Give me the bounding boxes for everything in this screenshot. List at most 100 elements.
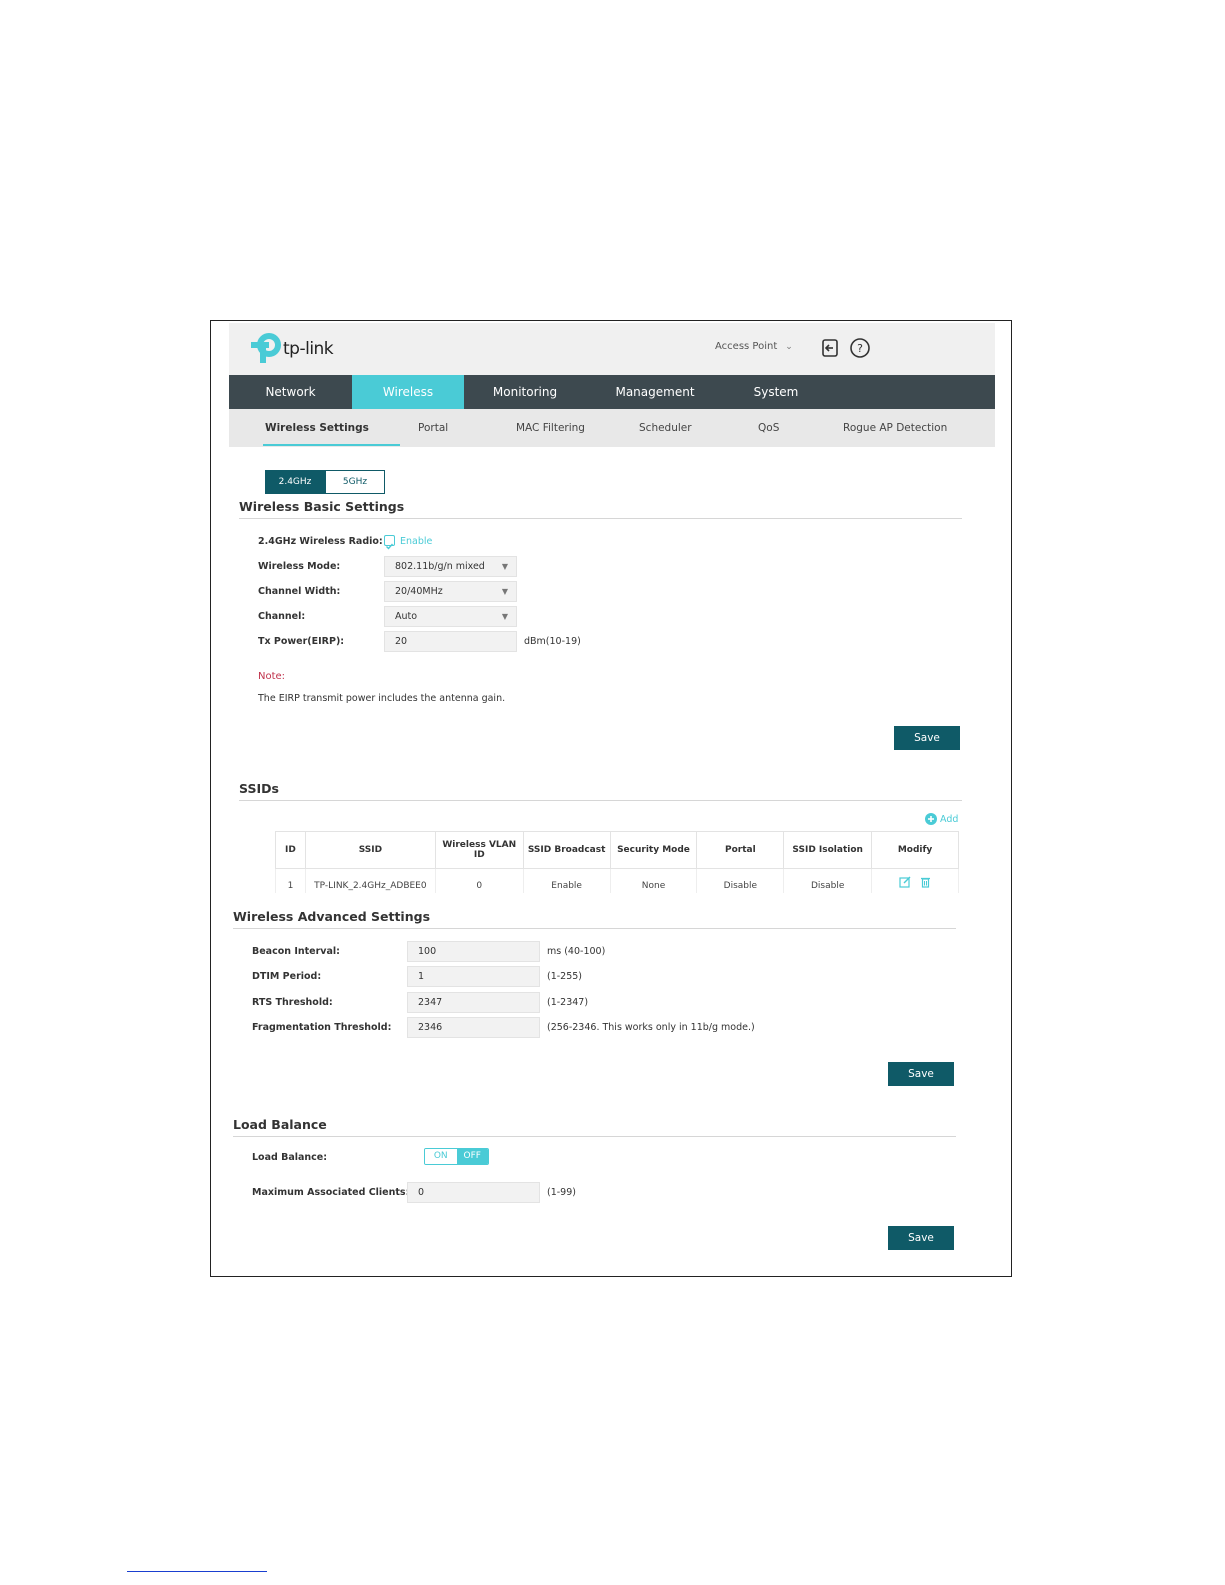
app-window: tp-link Access Point ⌄ ? Network Wireles… (229, 323, 995, 1250)
tab-wireless-settings[interactable]: Wireless Settings (265, 409, 369, 447)
table-header-row: ID SSID Wireless VLAN ID SSID Broadcast … (275, 831, 959, 869)
active-tab-indicator (263, 444, 400, 446)
toggle-on-option[interactable]: ON (425, 1149, 457, 1164)
channel-width-label: Channel Width: (258, 586, 341, 597)
note-title: Note: (258, 671, 286, 682)
cell-portal: Disable (696, 868, 785, 893)
save-advanced-button[interactable]: Save (888, 1062, 954, 1086)
check-icon (386, 543, 394, 550)
tab-qos[interactable]: QoS (758, 409, 779, 447)
wireless-mode-select[interactable]: 802.11b/g/n mixed ▼ (384, 556, 517, 577)
beacon-interval-input[interactable]: 100 (407, 941, 540, 962)
channel-value: Auto (395, 611, 418, 622)
advanced-settings-title: Wireless Advanced Settings (233, 909, 431, 924)
tab-rogue-ap-detection[interactable]: Rogue AP Detection (843, 409, 947, 447)
load-balance-title: Load Balance (233, 1117, 327, 1132)
max-clients-label: Maximum Associated Clients: (252, 1187, 410, 1198)
caret-down-icon: ▼ (501, 562, 508, 571)
column-header: SSID Isolation (783, 831, 873, 869)
column-header: SSID (304, 831, 436, 869)
column-header: Modify (871, 831, 959, 869)
cell-isolation: Disable (783, 868, 873, 893)
column-header: Security Mode (609, 831, 698, 869)
brand-name: tp-link (283, 339, 334, 359)
toggle-off-option[interactable]: OFF (456, 1149, 488, 1164)
caret-down-icon: ▼ (501, 612, 508, 621)
edit-icon[interactable] (899, 876, 911, 888)
divider (233, 1136, 956, 1137)
logout-icon[interactable] (819, 337, 841, 359)
cell-broadcast: Enable (522, 868, 611, 893)
tx-power-label: Tx Power(EIRP): (258, 636, 345, 647)
channel-label: Channel: (258, 611, 306, 622)
basic-settings-title: Wireless Basic Settings (239, 499, 405, 514)
channel-width-select[interactable]: 20/40MHz ▼ (384, 581, 517, 602)
column-header: Wireless VLAN ID (434, 831, 524, 869)
tp-link-logo-icon (251, 333, 281, 363)
nav-management[interactable]: Management (586, 375, 724, 409)
rts-threshold-label: RTS Threshold: (252, 997, 333, 1008)
load-balance-toggle[interactable]: ON OFF (424, 1148, 489, 1165)
load-balance-label: Load Balance: (252, 1152, 328, 1163)
screenshot-frame: tp-link Access Point ⌄ ? Network Wireles… (210, 320, 1012, 1277)
column-header: ID (275, 831, 306, 869)
header: tp-link Access Point ⌄ ? (229, 323, 995, 375)
wireless-mode-value: 802.11b/g/n mixed (395, 561, 485, 572)
nav-monitoring[interactable]: Monitoring (464, 375, 586, 409)
dtim-period-input[interactable]: 1 (407, 966, 540, 987)
sub-nav: Wireless Settings Portal MAC Filtering S… (229, 409, 995, 447)
rts-threshold-hint: (1-2347) (547, 997, 589, 1008)
radio-label: 2.4GHz Wireless Radio: (258, 536, 383, 547)
band-tab-2-4ghz[interactable]: 2.4GHz (265, 470, 325, 494)
save-basic-button[interactable]: Save (894, 726, 960, 750)
band-tabs: 2.4GHz 5GHz (265, 470, 385, 494)
column-header: Portal (696, 831, 785, 869)
ssid-table: ID SSID Wireless VLAN ID SSID Broadcast … (275, 831, 959, 893)
tab-portal[interactable]: Portal (418, 409, 448, 447)
beacon-interval-hint: ms (40-100) (547, 946, 606, 957)
ssids-title: SSIDs (239, 781, 279, 796)
svg-text:?: ? (857, 342, 863, 355)
tab-mac-filtering[interactable]: MAC Filtering (516, 409, 585, 447)
help-icon[interactable]: ? (849, 337, 871, 359)
table-cut-mask (269, 895, 969, 909)
trash-icon[interactable] (920, 876, 931, 888)
column-header: SSID Broadcast (522, 831, 611, 869)
cell-ssid: TP-LINK_2.4GHz_ADBEE0 (304, 868, 436, 893)
footnote-rule (127, 1571, 267, 1572)
save-load-balance-button[interactable]: Save (888, 1226, 954, 1250)
radio-enable-label[interactable]: Enable (400, 536, 432, 547)
main-nav: Network Wireless Monitoring Management S… (229, 375, 995, 409)
fragmentation-threshold-input[interactable]: 2346 (407, 1017, 540, 1038)
max-clients-input[interactable]: 0 (407, 1182, 540, 1203)
fragmentation-threshold-hint: (256-2346. This works only in 11b/g mode… (547, 1022, 755, 1033)
caret-down-icon: ▼ (501, 587, 508, 596)
logo: tp-link (249, 333, 334, 365)
dtim-period-hint: (1-255) (547, 971, 583, 982)
band-tab-5ghz[interactable]: 5GHz (325, 470, 385, 494)
nav-network[interactable]: Network (229, 375, 352, 409)
add-label: Add (940, 813, 959, 825)
divider (239, 518, 962, 519)
channel-width-value: 20/40MHz (395, 586, 443, 597)
divider (239, 800, 962, 801)
mode-select[interactable]: Access Point ⌄ (715, 341, 793, 352)
cell-id: 1 (275, 868, 306, 893)
add-ssid-button[interactable]: Add (925, 813, 958, 825)
cell-modify (871, 868, 959, 893)
nav-system[interactable]: System (724, 375, 828, 409)
table-row: 1 TP-LINK_2.4GHz_ADBEE0 0 Enable None Di… (275, 868, 959, 893)
mode-select-value: Access Point (715, 341, 778, 352)
cell-security-mode: None (609, 868, 698, 893)
add-circle-icon (925, 813, 937, 825)
channel-select[interactable]: Auto ▼ (384, 606, 517, 627)
tx-power-hint: dBm(10-19) (524, 636, 581, 647)
wireless-mode-label: Wireless Mode: (258, 561, 341, 572)
tx-power-input[interactable]: 20 (384, 631, 517, 652)
divider (233, 928, 956, 929)
chevron-down-icon: ⌄ (785, 341, 793, 352)
radio-enable-checkbox[interactable] (384, 535, 395, 550)
tab-scheduler[interactable]: Scheduler (639, 409, 692, 447)
nav-wireless[interactable]: Wireless (352, 375, 464, 409)
rts-threshold-input[interactable]: 2347 (407, 992, 540, 1013)
